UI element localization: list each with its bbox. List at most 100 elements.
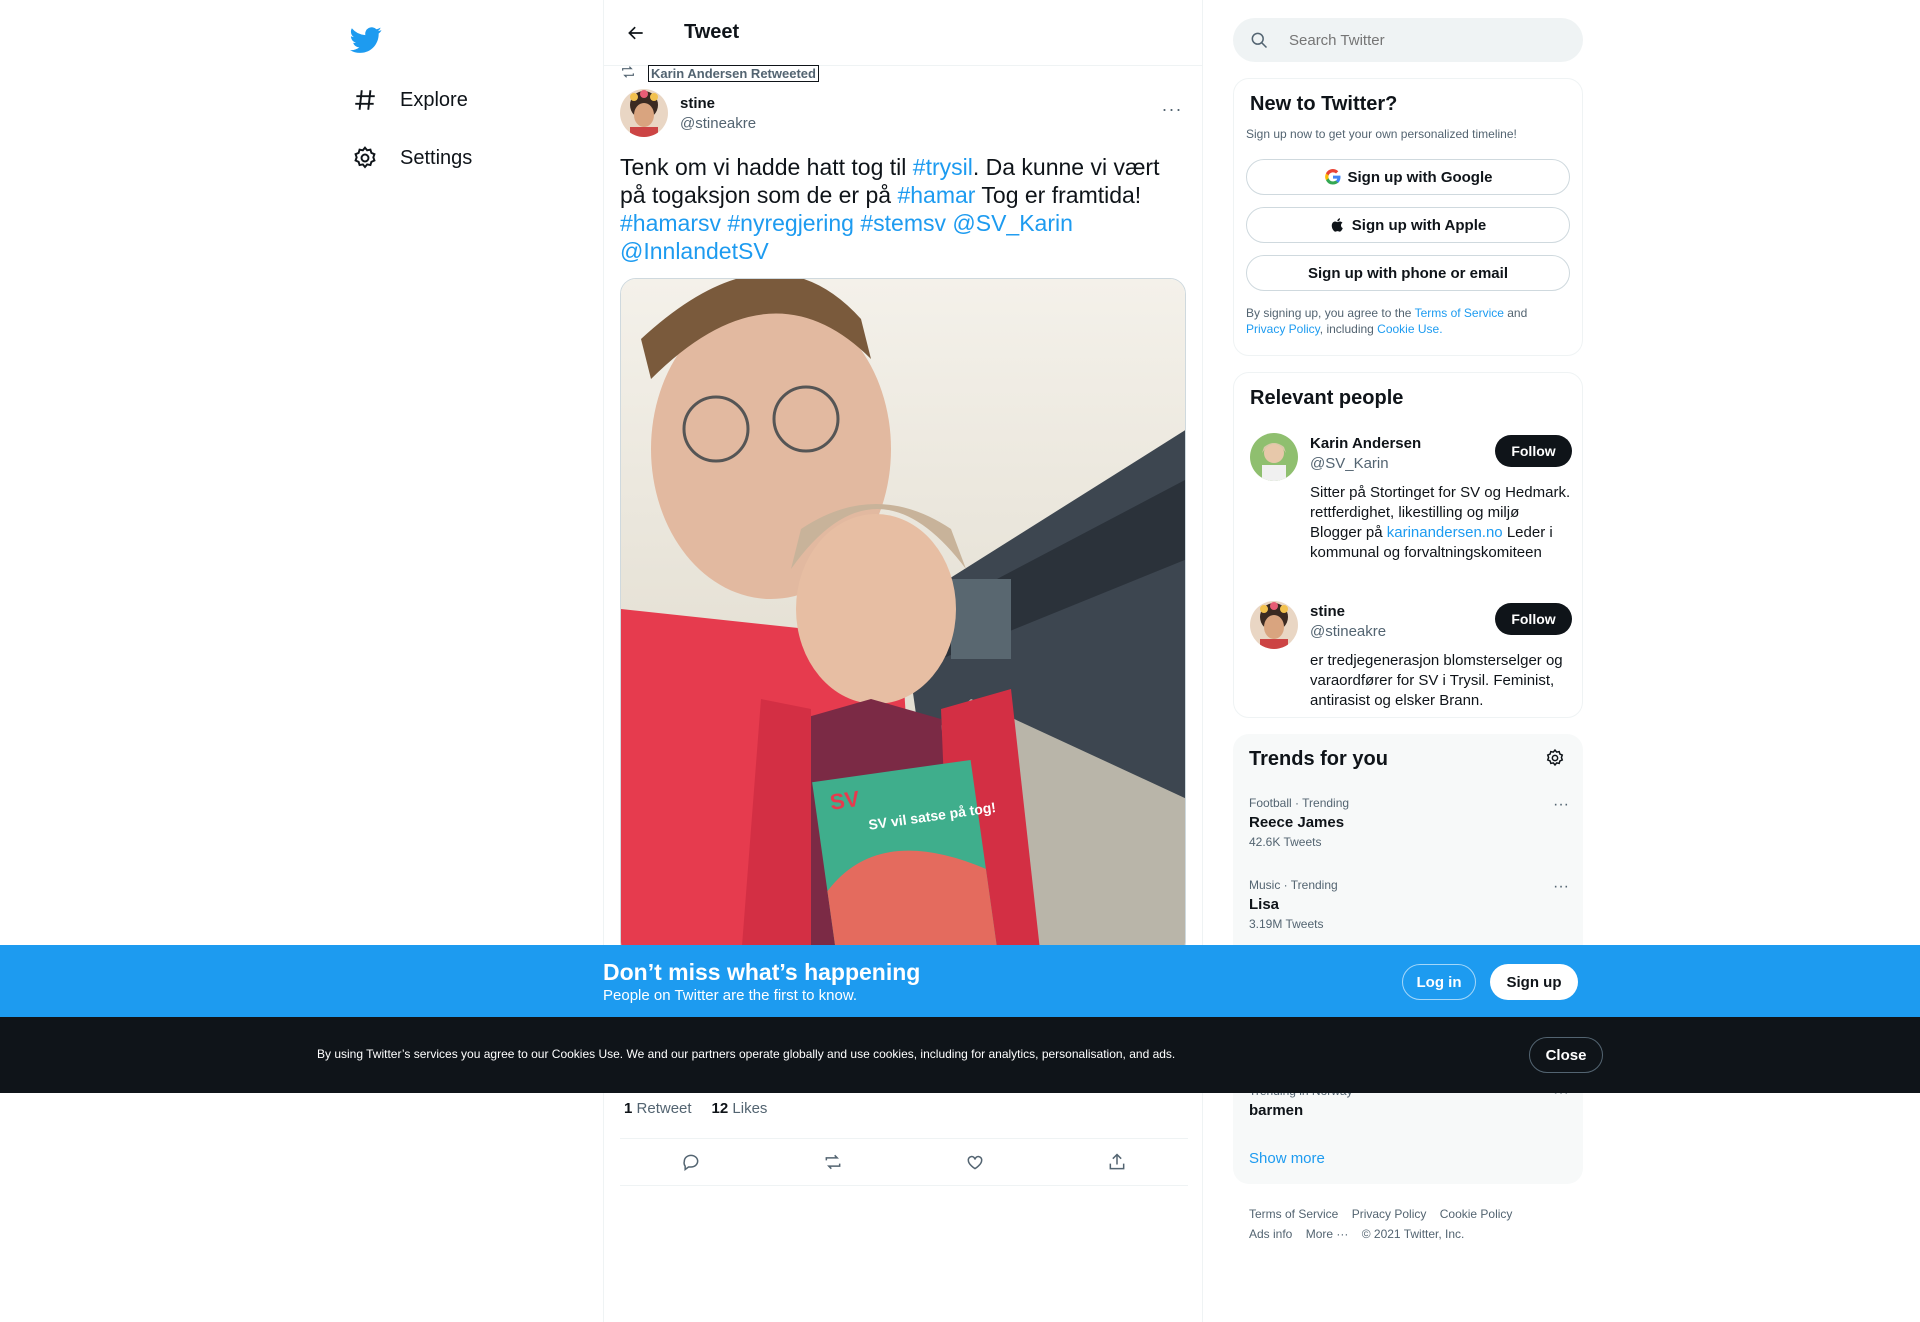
cookie-text: By using Twitter’s services you agree to… [317,1047,1176,1061]
tweet-text: Tenk om vi hadde hatt tog til #trysil. D… [620,153,1188,265]
signup-google-button[interactable]: Sign up with Google [1246,159,1570,195]
retweet-icon [620,64,636,83]
tweet-header: stine @stineakre ··· [620,89,1188,139]
privacy-link[interactable]: Privacy Policy [1246,322,1320,336]
new-to-twitter-subtitle: Sign up now to get your own personalized… [1246,127,1517,141]
banner-headline: Don’t miss what’s happening [603,959,921,985]
trend-meta: Football · Trending [1249,796,1350,810]
tweet-link[interactable]: #hamar [897,182,975,208]
avatar[interactable] [1250,601,1298,649]
person-name[interactable]: Karin Andersen [1310,435,1421,452]
author-name[interactable]: stine [680,95,715,112]
more-options-icon[interactable]: ··· [1156,97,1188,121]
nav-label-settings: Settings [400,146,473,169]
nav-label-explore: Explore [400,88,468,111]
trend-name: barmen [1249,1102,1304,1119]
new-to-twitter-card: New to Twitter? Sign up now to get your … [1233,78,1583,356]
terms-link[interactable]: Terms of Service [1415,306,1504,320]
tweet-stats: 1 Retweet 12 Likes [624,1100,767,1117]
show-more-link[interactable]: Show more [1249,1150,1325,1167]
retweet-context: Karin Andersen Retweeted [620,64,819,83]
tweet-actions [620,1138,1188,1186]
trend-item[interactable]: Music · Trending Lisa 3.19M Tweets ··· [1249,878,1569,931]
close-button[interactable]: Close [1529,1037,1603,1073]
legal-including: , including [1319,322,1378,336]
svg-text:SV: SV [828,786,861,815]
footer-cookie-link[interactable]: Cookie Policy [1440,1207,1513,1221]
cookie-use-link[interactable]: Cookie Use. [1377,322,1442,336]
main-header: Tweet [604,0,1202,66]
google-icon [1324,168,1342,186]
gear-icon[interactable] [1545,748,1565,768]
signup-legal-text: By signing up, you agree to the Terms of… [1246,305,1566,337]
tweet-text-segment: Tog er framtida! [975,182,1142,208]
tweet-link[interactable]: @SV_Karin [952,210,1073,236]
trend-count: 42.6K Tweets [1249,835,1322,849]
likes-count: 12 [711,1100,729,1117]
likes-stat[interactable]: 12 Likes [712,1100,768,1117]
person-name[interactable]: stine [1310,603,1345,620]
tweet-photo[interactable]: SV SV vil satse på tog! [620,278,1186,958]
tweet-link[interactable]: #stemsv [860,210,946,236]
tweet-link[interactable]: #hamarsv [620,210,721,236]
trend-count: 3.19M Tweets [1249,917,1324,931]
signup-button[interactable]: Sign up [1490,964,1578,1000]
signup-banner: Don’t miss what’s happening People on Tw… [0,945,1920,1017]
footer-terms-link[interactable]: Terms of Service [1249,1207,1338,1221]
retweets-label: Retweet [636,1100,692,1117]
retweet-context-link[interactable]: Karin Andersen Retweeted [648,65,819,82]
search-input[interactable] [1289,31,1549,49]
tweet-link[interactable]: @InnlandetSV [620,238,769,264]
nav-item-settings[interactable]: Settings [350,136,472,180]
tweet-link[interactable]: #trysil [913,154,973,180]
cookie-banner: By using Twitter’s services you agree to… [0,1017,1920,1093]
arrow-left-icon[interactable] [618,15,654,51]
legal-and: and [1503,306,1528,320]
main-column: Tweet Karin Andersen Retweeted stine @st… [603,0,1203,1322]
share-icon[interactable] [1099,1144,1135,1180]
more-options-icon[interactable]: ··· [1553,796,1569,814]
signup-google-label: Sign up with Google [1347,168,1493,186]
avatar[interactable] [1250,433,1298,481]
login-button[interactable]: Log in [1402,964,1476,1000]
trend-meta: Music · Trending [1249,878,1338,892]
trends-title: Trends for you [1249,748,1388,770]
tweet-link[interactable]: #nyregjering [727,210,854,236]
person-bio: er tredjegenerasjon blomsterselger og va… [1310,652,1563,709]
relevant-people-card: Relevant people Karin Andersen @SV_Karin… [1233,372,1583,718]
follow-button[interactable]: Follow [1495,603,1572,635]
footer-more-link[interactable]: More ··· [1306,1227,1349,1241]
person-handle[interactable]: @SV_Karin [1310,455,1389,472]
search-box[interactable] [1233,18,1583,62]
author-handle[interactable]: @stineakre [680,115,756,132]
trend-name: Reece James [1249,814,1345,831]
person-bio: Sitter på Stortinget for SV og Hedmark. … [1310,483,1572,563]
person-handle[interactable]: @stineakre [1310,623,1386,640]
hashtag-icon [350,85,380,115]
reply-icon[interactable] [673,1144,709,1180]
retweets-count: 1 [624,1100,633,1117]
retweet-icon[interactable] [815,1144,851,1180]
signup-apple-button[interactable]: Sign up with Apple [1246,207,1570,243]
avatar[interactable] [620,89,668,137]
page-title: Tweet [684,21,740,43]
signup-phone-email-button[interactable]: Sign up with phone or email [1246,255,1570,291]
relevant-people-title: Relevant people [1250,387,1404,409]
bio-link[interactable]: karinandersen.no [1387,524,1503,541]
nav-item-explore[interactable]: Explore [350,78,468,122]
signup-phone-email-label: Sign up with phone or email [1307,264,1508,282]
follow-button[interactable]: Follow [1495,435,1572,467]
search-icon [1249,30,1269,50]
gear-icon [350,143,380,173]
heart-icon[interactable] [957,1144,993,1180]
likes-label: Likes [732,1100,768,1117]
trend-item[interactable]: Football · Trending Reece James 42.6K Tw… [1249,796,1569,849]
footer-links: Terms of Service Privacy Policy Cookie P… [1249,1204,1569,1244]
footer-ads-link[interactable]: Ads info [1249,1227,1292,1241]
footer-privacy-link[interactable]: Privacy Policy [1352,1207,1427,1221]
twitter-bird-icon[interactable] [350,24,382,56]
more-options-icon[interactable]: ··· [1553,878,1569,896]
retweet-stat[interactable]: 1 Retweet [624,1100,692,1117]
selfie-image: SV SV vil satse på tog! [621,279,1185,957]
tweet-text-segment: Tenk om vi hadde hatt tog til [620,154,913,180]
